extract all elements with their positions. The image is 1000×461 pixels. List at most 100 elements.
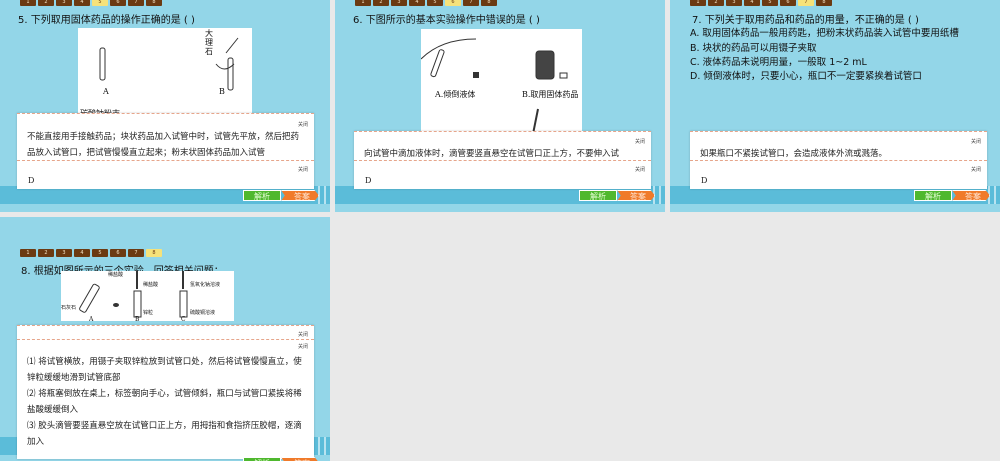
slide-question-6: 12345678 6. 下图所示的基本实验操作中错误的是 ( ) A.倾倒液体 … <box>335 0 665 212</box>
divider <box>354 160 651 161</box>
label: 石 <box>205 47 213 56</box>
nav-tab[interactable]: 6 <box>110 249 126 257</box>
test-tube-figure <box>99 37 239 91</box>
close-button[interactable]: 关闭 <box>971 166 981 173</box>
nav-tab[interactable]: 5 <box>762 0 778 6</box>
slide-question-8: 12345678 8. 根据如图所示的三个实验，回答相关问题： 稀盐酸 石灰石 … <box>0 217 330 461</box>
nav-tab[interactable]: 4 <box>74 0 90 6</box>
nav-tab[interactable]: 4 <box>409 0 425 6</box>
analysis-button[interactable]: 解析 <box>914 190 952 201</box>
explanation-popup: 关闭 关闭 ⑴ 将试管横放，用镊子夹取锌粒放到试管口处，然后将试管慢慢直立，使锌… <box>17 325 314 459</box>
label: 硫酸铜溶液 <box>190 310 216 316</box>
decor <box>318 437 326 455</box>
label: 石灰石 <box>61 305 77 311</box>
slide-question-5: 12345678 5. 下列取用固体药品的操作正确的是 ( ) A B 大 理 … <box>0 0 330 212</box>
nav-tab[interactable]: 2 <box>708 0 724 6</box>
nav-tab[interactable]: 4 <box>74 249 90 257</box>
label: 稀盐酸 <box>143 282 159 288</box>
nav-tab-active[interactable]: 8 <box>146 249 162 257</box>
nav-tab[interactable]: 2 <box>38 249 54 257</box>
answer-text: D <box>28 176 35 185</box>
nav-tab[interactable]: 5 <box>427 0 443 6</box>
nav-tab-active[interactable]: 5 <box>92 0 108 6</box>
answer-button[interactable]: 答案 <box>281 190 319 201</box>
nav-tab[interactable]: 3 <box>56 249 72 257</box>
close-button[interactable]: 关闭 <box>298 343 308 350</box>
question-text: 5. 下列取用固体药品的操作正确的是 ( ) <box>18 15 195 26</box>
explanation-popup: 关闭 如果瓶口不紧挨试管口，会造成液体外流或溅落。 关闭 D <box>690 131 987 189</box>
close-button[interactable]: 关闭 <box>298 121 308 128</box>
explanation-popup: 关闭 不能直接用手接触药品；块状药品加入试管中时，试管先平放，然后把药品放入试管… <box>17 113 314 189</box>
close-button[interactable]: 关闭 <box>298 331 308 338</box>
answer-text: D <box>701 176 708 185</box>
answer-button[interactable]: 答案 <box>617 190 655 201</box>
nav-tab[interactable]: 1 <box>355 0 371 6</box>
nav-tab[interactable]: 2 <box>373 0 389 6</box>
option-a: A. 取用固体药品一般用药匙，把粉末状药品装入试管中要用纸槽 <box>690 28 959 39</box>
decor <box>318 186 326 204</box>
question-nav: 12345678 <box>20 249 162 257</box>
nav-tab[interactable]: 7 <box>463 0 479 6</box>
close-button[interactable]: 关闭 <box>298 166 308 173</box>
nav-tab[interactable]: 7 <box>128 249 144 257</box>
divider <box>690 160 987 161</box>
label: 稀盐酸 <box>108 272 124 278</box>
nav-tab-active[interactable]: 6 <box>445 0 461 6</box>
question-text: 7. 下列关于取用药品和药品的用量，不正确的是 ( ) <box>692 15 919 26</box>
nav-tab[interactable]: 8 <box>481 0 497 6</box>
divider <box>17 160 314 161</box>
nav-tab[interactable]: 4 <box>744 0 760 6</box>
question-nav: 12345678 <box>690 0 832 6</box>
explanation-line: ⑶ 胶头滴管要竖直悬空放在试管口正上方，用拇指和食指挤压胶帽，逐滴加入 <box>27 421 302 447</box>
nav-tab[interactable]: 3 <box>391 0 407 6</box>
experiment-figure <box>420 38 568 135</box>
nav-tab[interactable]: 6 <box>110 0 126 6</box>
nav-tab[interactable]: 8 <box>146 0 162 6</box>
explanation-line: ⑴ 将试管横放，用镊子夹取锌粒放到试管口处，然后将试管慢慢直立，使锌粒缓缓地滑到… <box>27 357 302 383</box>
nav-tab-active[interactable]: 7 <box>798 0 814 6</box>
analysis-button[interactable]: 解析 <box>579 190 617 201</box>
explanation-line: ⑵ 将瓶塞倒放在桌上，标签朝向手心，试管倾斜，瓶口与试管口紧挨将稀盐酸缓缓倒入 <box>27 389 302 415</box>
label-c: C <box>181 316 186 323</box>
nav-tab[interactable]: 8 <box>816 0 832 6</box>
answer-text: D <box>365 176 372 185</box>
nav-tab[interactable]: 3 <box>726 0 742 6</box>
question-figure: A B 大 理 石 碳酸钠粉末 <box>78 28 252 118</box>
analysis-button[interactable]: 解析 <box>243 457 281 461</box>
question-nav: 12345678 <box>355 0 497 6</box>
label-a: A <box>89 316 94 323</box>
label: 锌粒 <box>143 310 154 316</box>
option-d: D. 倾倒液体时，只要小心，瓶口不一定要紧挨着试管口 <box>690 71 922 82</box>
label-a: A <box>103 87 109 96</box>
nav-tab[interactable]: 1 <box>690 0 706 6</box>
close-button[interactable]: 关闭 <box>635 166 645 173</box>
analysis-button[interactable]: 解析 <box>243 190 281 201</box>
label-b: B <box>135 316 140 323</box>
question-figure: A.倾倒液体 B.取用固体药品 <box>420 29 582 135</box>
nav-tab[interactable]: 2 <box>38 0 54 6</box>
label-b: B <box>219 87 225 96</box>
option-b: B. 块状的药品可以用镊子夹取 <box>690 43 817 54</box>
nav-tab[interactable]: 7 <box>128 0 144 6</box>
nav-tab[interactable]: 1 <box>20 249 36 257</box>
nav-tab[interactable]: 5 <box>92 249 108 257</box>
answer-button[interactable]: 答案 <box>952 190 990 201</box>
explanation-popup: 关闭 向试管中滴加液体时，滴管要竖直悬空在试管口正上方，不要伸入试 关闭 D <box>354 131 651 189</box>
label-a: A.倾倒液体 <box>435 90 476 99</box>
nav-tab[interactable]: 1 <box>20 0 36 6</box>
question-figure: 稀盐酸 石灰石 A 稀盐酸 锌粒 B 氢氧化钠溶液 硫酸铜溶液 C <box>61 271 234 323</box>
slide-question-7: 12345678 7. 下列关于取用药品和药品的用量，不正确的是 ( ) A. … <box>670 0 1000 212</box>
nav-tab[interactable]: 6 <box>780 0 796 6</box>
explanation-text: ⑴ 将试管横放，用镊子夹取锌粒放到试管口处，然后将试管慢慢直立，使锌粒缓缓地滑到… <box>27 354 304 450</box>
label: 氢氧化钠溶液 <box>190 282 221 288</box>
label-b: B.取用固体药品 <box>522 90 579 99</box>
question-nav: 12345678 <box>20 0 162 6</box>
question-text: 6. 下图所示的基本实验操作中错误的是 ( ) <box>353 15 540 26</box>
nav-tab[interactable]: 3 <box>56 0 72 6</box>
close-button[interactable]: 关闭 <box>635 138 645 145</box>
close-button[interactable]: 关闭 <box>971 138 981 145</box>
option-c: C. 液体药品未说明用量，一般取 1~2 mL <box>690 57 867 68</box>
divider <box>17 339 314 340</box>
answer-button[interactable]: 答案 <box>281 457 319 461</box>
explanation-text: 不能直接用手接触药品；块状药品加入试管中时，试管先平放，然后把药品放入试管口，把… <box>27 132 300 158</box>
